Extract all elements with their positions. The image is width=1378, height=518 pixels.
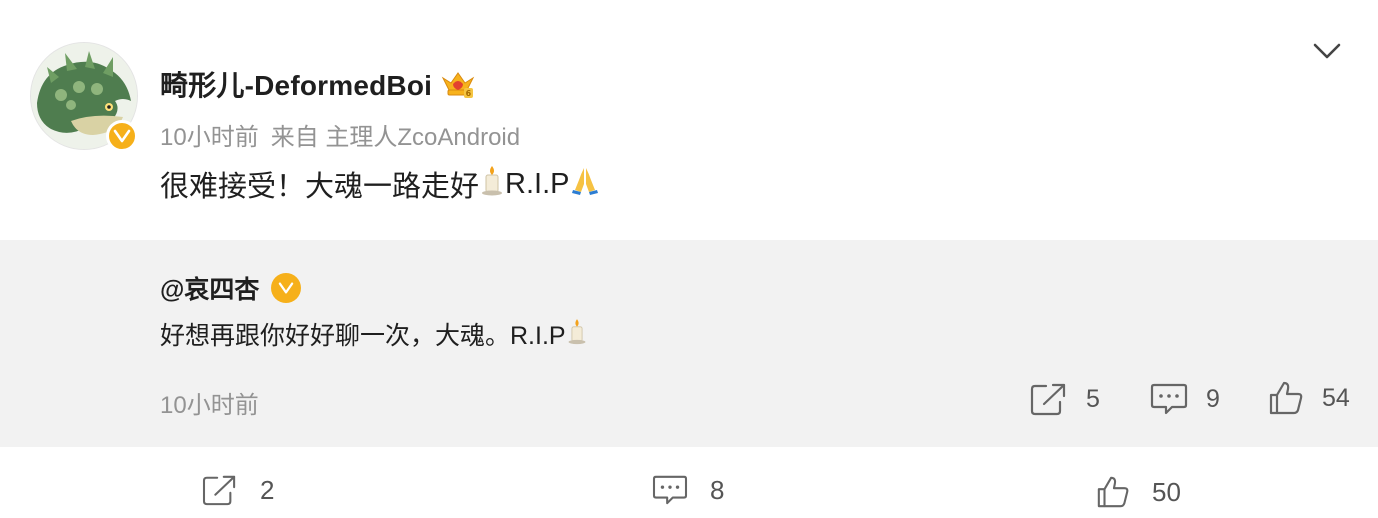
repost-time[interactable]: 10小时前 — [160, 385, 259, 420]
comment-button[interactable]: 8 — [652, 474, 724, 506]
thumbs-up-icon — [1097, 476, 1129, 508]
repost-comment-count: 9 — [1206, 384, 1220, 413]
chevron-down-icon[interactable] — [1312, 40, 1342, 62]
praying-hands-emoji-icon — [569, 164, 601, 204]
repost-author-name[interactable]: @哀四杏 — [160, 270, 259, 306]
verified-v-icon — [106, 120, 138, 152]
like-count: 50 — [1152, 476, 1181, 507]
post-content-tail: R.I.P — [505, 167, 570, 200]
repost-content: 好想再跟你好好聊一次，大魂。R.I.P — [160, 316, 588, 352]
like-button[interactable]: 50 — [1096, 474, 1181, 510]
weibo-post: 畸形儿-DeformedBoi 6 10小时前 来自 主理人ZcoAndroid… — [0, 0, 1378, 518]
share-arrow-icon — [1030, 383, 1066, 416]
post-content-text: 很难接受！大魂一路走好 — [160, 171, 480, 203]
username-text[interactable]: 畸形儿-DeformedBoi — [160, 64, 432, 104]
post-source[interactable]: 来自 主理人ZcoAndroid — [271, 117, 520, 152]
comment-bubble-icon — [652, 475, 688, 505]
post-time[interactable]: 10小时前 — [160, 117, 259, 152]
repost-comment-button[interactable]: 9 — [1150, 382, 1220, 416]
repost-share-button[interactable]: 5 — [1030, 382, 1100, 416]
avatar-container[interactable] — [30, 42, 138, 152]
share-button[interactable]: 2 — [202, 474, 274, 506]
candle-emoji-icon — [566, 317, 588, 352]
share-count: 2 — [260, 474, 275, 505]
username[interactable]: 畸形儿-DeformedBoi 6 — [160, 64, 476, 104]
repost-card[interactable]: @哀四杏 好想再跟你好好聊一次，大魂。R.I.P 10小时前 5 9 54 — [0, 240, 1378, 447]
member-crown-icon[interactable]: 6 — [440, 68, 476, 100]
comment-bubble-icon — [1150, 383, 1188, 415]
repost-author[interactable]: @哀四杏 — [160, 270, 302, 306]
comment-count: 8 — [710, 474, 725, 505]
svg-text:6: 6 — [466, 89, 472, 98]
repost-like-count: 54 — [1322, 383, 1350, 412]
verified-v-icon — [271, 273, 302, 303]
thumbs-up-icon — [1269, 381, 1303, 415]
post-content: 很难接受！大魂一路走好 R.I.P — [160, 163, 601, 205]
share-arrow-icon — [202, 475, 236, 506]
candle-emoji-icon — [479, 164, 505, 204]
repost-content-text: 好想再跟你好好聊一次，大魂。R.I.P — [160, 322, 566, 350]
repost-share-count: 5 — [1086, 384, 1100, 413]
repost-like-button[interactable]: 54 — [1268, 380, 1350, 416]
post-meta: 10小时前 来自 主理人ZcoAndroid — [160, 117, 520, 152]
